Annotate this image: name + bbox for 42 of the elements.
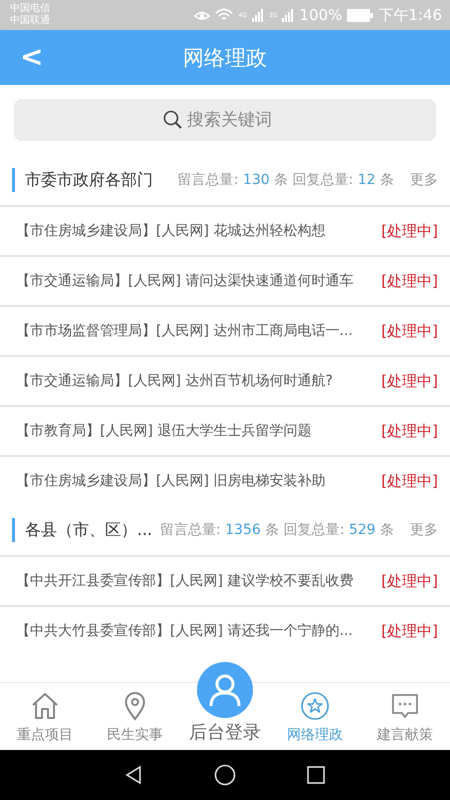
message-row[interactable]: 【市交通运输局】[人民网] 请问达渠快速通道何时通车 [处理中] xyxy=(0,255,450,305)
message-title: 【中共大竹县委宣传部】[人民网] 请还我一个宁静的... xyxy=(16,622,353,640)
battery-icon xyxy=(347,8,374,22)
message-title: 【市住房城乡建设局】[人民网] 旧房电梯安装补助 xyxy=(16,472,326,490)
search-field[interactable]: 搜索关键词 xyxy=(187,110,287,130)
message-row[interactable]: 【市住房城乡建设局】[人民网] 花城达州轻松构想 [处理中] xyxy=(0,205,450,255)
status-label: [处理中] xyxy=(381,572,438,590)
message-row[interactable]: 【中共开江县委宣传部】[人民网] 建议学校不要乱收费 [处理中] xyxy=(0,555,450,605)
section-marker xyxy=(12,518,15,542)
message-row[interactable]: 【市市场监督管理局】[人民网] 达州市工商局电话一... [处理中] xyxy=(0,305,450,355)
message-row[interactable]: 【市教育局】[人民网] 退伍大学生士兵留学问题 [处理中] xyxy=(0,405,450,455)
status-label: [处理中] xyxy=(381,622,438,640)
status-label: [处理中] xyxy=(381,272,438,290)
message-title: 【市住房城乡建设局】[人民网] 花城达州轻松构想 xyxy=(16,222,326,240)
wifi-icon xyxy=(215,8,234,22)
page-title: 网络理政 xyxy=(183,44,267,72)
eye-icon xyxy=(194,9,210,21)
signal-icon xyxy=(282,8,294,22)
section-title: 市委市政府各部门 xyxy=(24,170,153,190)
message-row[interactable]: 【市住房城乡建设局】[人民网] 旧房电梯安装补助 [处理中] xyxy=(0,455,450,505)
status-label: [处理中] xyxy=(381,222,438,240)
message-row[interactable]: 【中共大竹县委宣传部】[人民网] 请还我一个宁静的... [处理中] xyxy=(0,605,450,655)
status-label: [处理中] xyxy=(381,372,438,390)
back-nav-icon[interactable] xyxy=(124,765,144,785)
message-title: 【市交通运输局】[人民网] 达州百节机场何时通航? xyxy=(16,372,333,390)
message-title: 【市教育局】[人民网] 退伍大学生士兵留学问题 xyxy=(16,422,312,440)
message-row[interactable]: 【市交通运输局】[人民网] 达州百节机场何时通航? [处理中] xyxy=(0,355,450,405)
section-marker xyxy=(12,168,15,192)
message-title: 【中共开江县委宣传部】[人民网] 建议学校不要乱收费 xyxy=(16,572,354,590)
message-title: 【市交通运输局】[人民网] 请问达渠快速通道何时通车 xyxy=(16,272,354,290)
recents-nav-icon[interactable] xyxy=(306,765,326,785)
section-title: 各县（市、区）... xyxy=(24,520,152,540)
user-icon xyxy=(208,673,242,707)
status-label: [处理中] xyxy=(381,322,438,340)
status-label: [处理中] xyxy=(381,472,438,490)
signal-icon xyxy=(252,8,264,22)
message-stats: 留言总量: 1356 条 回复总量: 529 条 xyxy=(160,521,394,539)
status-label: [处理中] xyxy=(381,422,438,440)
message-title: 【市市场监督管理局】[人民网] 达州市工商局电话一... xyxy=(16,322,353,340)
search-icon xyxy=(163,110,183,130)
home-nav-icon[interactable] xyxy=(214,764,236,786)
message-stats: 留言总量: 130 条 回复总量: 12 条 xyxy=(178,171,394,189)
